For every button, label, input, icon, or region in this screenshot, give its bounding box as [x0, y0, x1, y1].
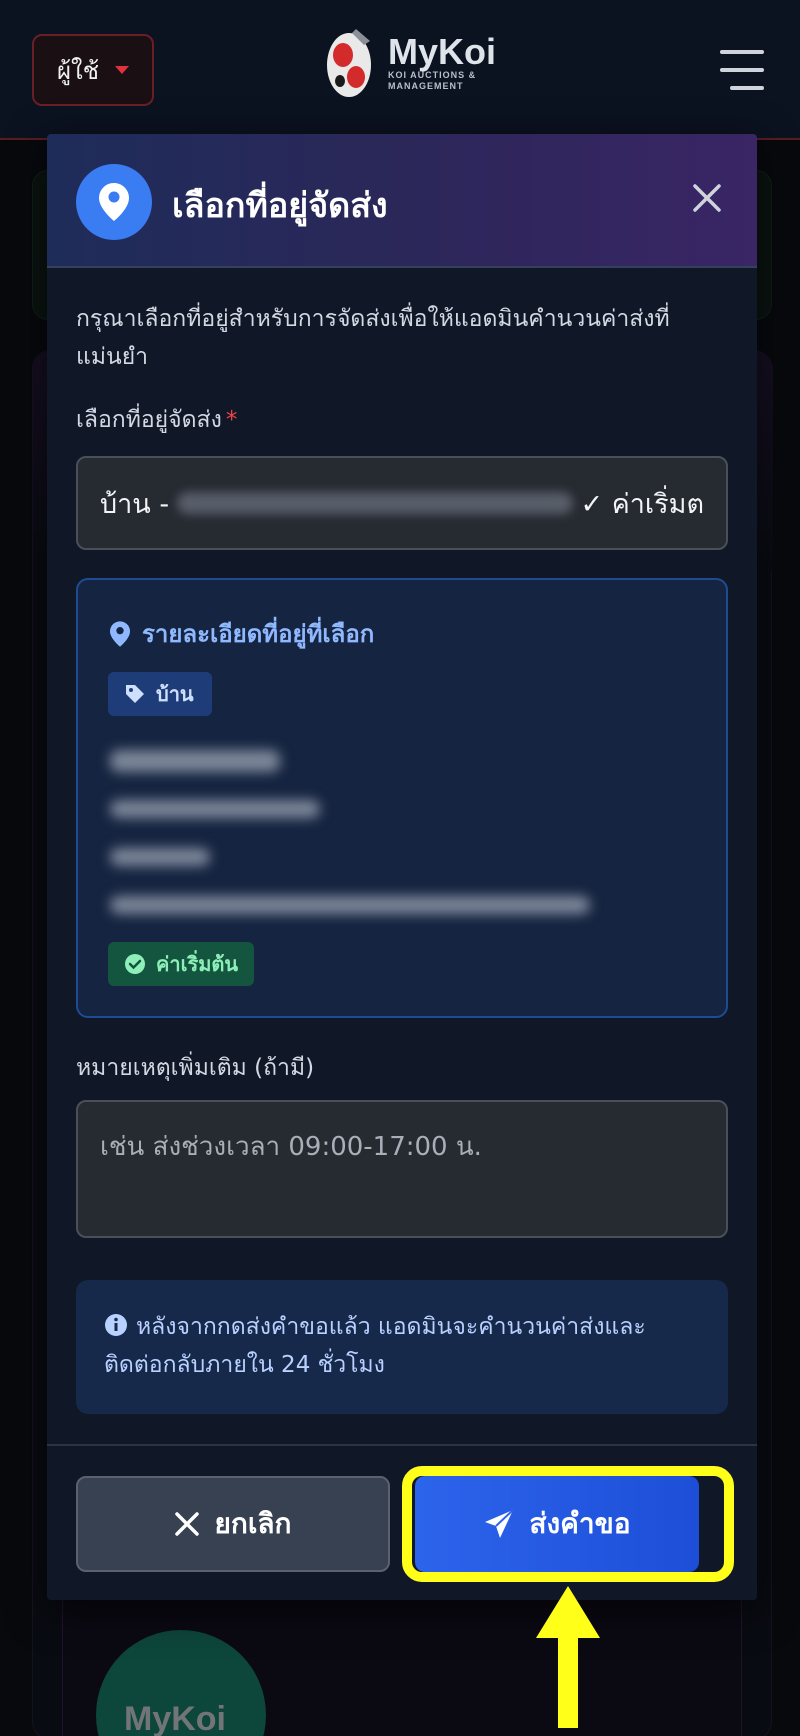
brand-tagline-2: MANAGEMENT: [388, 81, 464, 91]
redacted-address-line-1: [110, 848, 210, 866]
close-icon[interactable]: [685, 176, 729, 220]
koi-fish-logo-icon: [327, 29, 371, 97]
address-field-label: เลือกที่อยู่จัดส่ง *: [76, 407, 238, 433]
map-pin-icon: [76, 164, 152, 240]
redacted-address-text: [177, 492, 573, 514]
default-address-badge: ค่าเริ่มต้น: [108, 942, 255, 986]
info-notice: หลังจากกดส่งคำขอแล้ว แอดมินจะคำนวนค่าส่ง…: [76, 1280, 728, 1414]
user-menu-button[interactable]: ผู้ใช้: [32, 34, 154, 106]
highlight-box: [402, 1466, 734, 1582]
note-field-label: หมายเหตุเพิ่มเติม (ถ้ามี): [76, 1055, 315, 1081]
brand-tagline-1: KOI AUCTIONS &: [388, 70, 477, 80]
selected-address-suffix: ✓ ค่าเริ่มต: [580, 488, 705, 520]
top-app-bar: ผู้ใช้ MyKoi KOI AUCTIONS & MANAGEMENT: [0, 0, 800, 140]
arrow-up-icon: [536, 1586, 600, 1728]
redacted-recipient-name: [110, 750, 280, 772]
detail-card-title: รายละเอียดที่อยู่ที่เลือก: [110, 614, 374, 653]
address-select[interactable]: บ้าน - ✓ ค่าเริ่มต: [76, 456, 728, 550]
modal-intro-text: กรุณาเลือกที่อยู่สำหรับการจัดส่งเพื่อให้…: [76, 306, 670, 370]
brand-name: MyKoi: [388, 31, 496, 72]
modal-title: เลือกที่อยู่จัดส่ง: [172, 186, 388, 226]
selected-address-prefix: บ้าน -: [100, 488, 170, 520]
cancel-button[interactable]: ยกเลิก: [76, 1476, 390, 1572]
address-type-badge: บ้าน: [108, 672, 212, 716]
redacted-address-line-2: [110, 896, 590, 914]
info-icon: [105, 1314, 127, 1336]
tag-icon: [126, 685, 144, 703]
map-pin-icon: [110, 620, 130, 647]
caret-down-icon: [115, 66, 130, 74]
note-placeholder: เช่น ส่งช่วงเวลา 09:00-17:00 น.: [100, 1132, 482, 1162]
check-circle-icon: [125, 954, 145, 974]
cancel-button-label: ยกเลิก: [214, 1507, 292, 1540]
user-menu-label: ผู้ใช้: [56, 56, 100, 85]
x-icon: [175, 1512, 200, 1536]
hamburger-menu-icon[interactable]: [720, 50, 764, 90]
shipping-address-modal: เลือกที่อยู่จัดส่ง กรุณาเลือกที่อยู่สำหร…: [47, 134, 757, 1600]
redacted-phone: [110, 800, 320, 818]
brand-logo[interactable]: MyKoi KOI AUCTIONS & MANAGEMENT: [316, 20, 496, 106]
selected-address-details: รายละเอียดที่อยู่ที่เลือก บ้าน ค่าเริ่มต…: [76, 578, 728, 1018]
modal-header: เลือกที่อยู่จัดส่ง: [47, 134, 757, 268]
required-marker: *: [225, 407, 238, 433]
info-notice-text: หลังจากกดส่งคำขอแล้ว แอดมินจะคำนวนค่าส่ง…: [104, 1314, 646, 1378]
note-textarea[interactable]: เช่น ส่งช่วงเวลา 09:00-17:00 น.: [76, 1100, 728, 1238]
